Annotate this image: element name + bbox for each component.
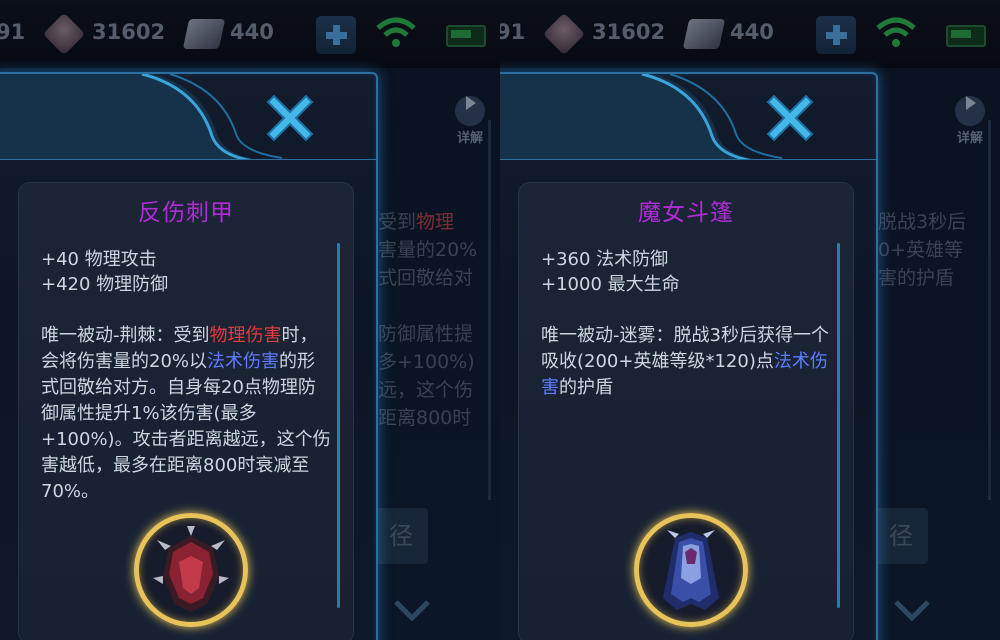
detail-label: 详解 [456, 131, 483, 146]
scrollbar[interactable] [337, 243, 340, 608]
background-button[interactable]: 径 [374, 508, 428, 564]
background-description: 脱战3秒后 0+英雄等 害的护盾 [878, 211, 967, 289]
item-stats: +40 物理攻击 +420 物理防御 [41, 247, 341, 297]
item-name: 魔女斗篷 [638, 200, 734, 226]
background-divider [988, 120, 991, 500]
detail-label: 详解 [956, 131, 983, 146]
screenshot-left: 91 31602 440 详解 受到物理 害量的20% 式回敬给对 防御属性提 … [0, 0, 500, 640]
gem-count: 31602 [92, 20, 166, 44]
detail-button[interactable]: 详解 [448, 88, 492, 146]
stat-line: +360 法术防御 [541, 249, 669, 270]
play-icon [955, 96, 985, 126]
battery-icon [446, 25, 486, 47]
wifi-icon [376, 17, 416, 47]
stat-line: +420 物理防御 [41, 274, 169, 295]
item-description: 唯一被动-迷雾：脱战3秒后获得一个吸收(200+英雄等级*120)点法术伤害的护… [541, 325, 829, 398]
chevron-down-icon[interactable] [392, 596, 432, 626]
resource-bar: 91 31602 440 [500, 0, 1000, 68]
thornmail-armor-icon [134, 513, 248, 627]
item-stats: +360 法术防御 +1000 最大生命 [541, 247, 841, 297]
scrollbar[interactable] [837, 243, 840, 608]
battery-icon [946, 25, 986, 47]
item-description: 唯一被动-荆棘：受到物理伤害时，会将伤害量的20%以法术伤害的形式回敬给对方。自… [41, 325, 331, 502]
detail-button[interactable]: 详解 [948, 88, 992, 146]
witch-cloak-icon [634, 513, 748, 627]
background-button[interactable]: 径 [874, 508, 928, 564]
resource-bar: 91 31602 440 [0, 0, 500, 68]
item-name: 反伤刺甲 [138, 200, 234, 226]
close-icon[interactable] [760, 88, 820, 148]
chevron-down-icon[interactable] [892, 596, 932, 626]
item-detail-panel: 魔女斗篷 +360 法术防御 +1000 最大生命 唯一被动-迷雾：脱战3秒后获… [500, 72, 878, 640]
recharge-button[interactable] [816, 16, 856, 54]
gem-icon [542, 12, 586, 56]
screenshot-right: 91 31602 440 详解 脱战3秒后 0+英雄等 害的护盾 径 魔女斗篷 … [500, 0, 1000, 640]
item-card: 魔女斗篷 +360 法术防御 +1000 最大生命 唯一被动-迷雾：脱战3秒后获… [518, 182, 854, 640]
coupon-icon [182, 19, 226, 49]
item-detail-panel: 反伤刺甲 +40 物理攻击 +420 物理防御 唯一被动-荆棘：受到物理伤害时，… [0, 72, 378, 640]
stat-line: +1000 最大生命 [541, 274, 680, 295]
resource-partial: 91 [500, 20, 526, 44]
stat-line: +40 物理攻击 [41, 249, 157, 270]
coupon-count: 440 [730, 20, 774, 44]
resource-partial: 91 [0, 20, 26, 44]
close-icon[interactable] [260, 88, 320, 148]
gem-icon [42, 12, 86, 56]
recharge-button[interactable] [316, 16, 356, 54]
coupon-count: 440 [230, 20, 274, 44]
background-description: 受到物理 害量的20% 式回敬给对 防御属性提 多+100%) 远，这个伤 距离… [378, 211, 478, 429]
play-icon [455, 96, 485, 126]
gem-count: 31602 [592, 20, 666, 44]
wifi-icon [876, 17, 916, 47]
coupon-icon [682, 19, 726, 49]
item-card: 反伤刺甲 +40 物理攻击 +420 物理防御 唯一被动-荆棘：受到物理伤害时，… [18, 182, 354, 640]
